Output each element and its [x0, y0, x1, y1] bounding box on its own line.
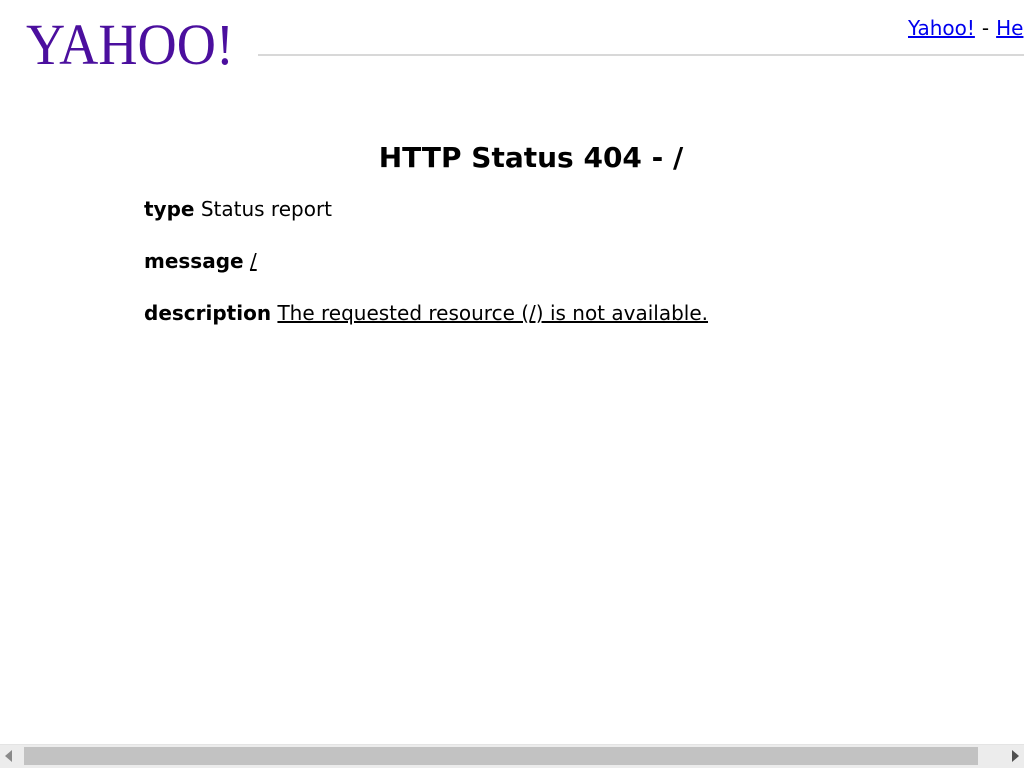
yahoo-logo[interactable]: YAHOO!	[26, 14, 236, 70]
arrow-right-icon[interactable]	[1012, 750, 1019, 762]
type-value: Status report	[200, 197, 333, 221]
error-page: YAHOO! Yahoo! - He HTTP Status 404 - / typ…	[0, 0, 1024, 768]
horizontal-scrollbar[interactable]	[0, 744, 1024, 768]
message-row: message /	[144, 249, 257, 273]
header-divider	[258, 54, 1024, 56]
type-row: type Status report	[144, 197, 332, 221]
yahoo-logo-text: YAHOO!	[26, 14, 234, 70]
page-title: HTTP Status 404 - /	[378, 141, 684, 174]
help-link[interactable]: He	[996, 16, 1023, 40]
nav-separator: -	[981, 16, 990, 40]
top-nav-links: Yahoo! - He	[908, 16, 1023, 40]
scrollbar-thumb[interactable]	[24, 747, 978, 765]
message-value: /	[249, 249, 257, 273]
type-label: type	[144, 197, 195, 221]
description-value: The requested resource (/) is not availa…	[277, 301, 709, 325]
description-label: description	[144, 301, 272, 325]
description-row: description The requested resource (/) i…	[144, 301, 708, 325]
message-label: message	[144, 249, 244, 273]
arrow-left-icon[interactable]	[5, 750, 12, 762]
yahoo-home-link[interactable]: Yahoo!	[908, 16, 975, 40]
